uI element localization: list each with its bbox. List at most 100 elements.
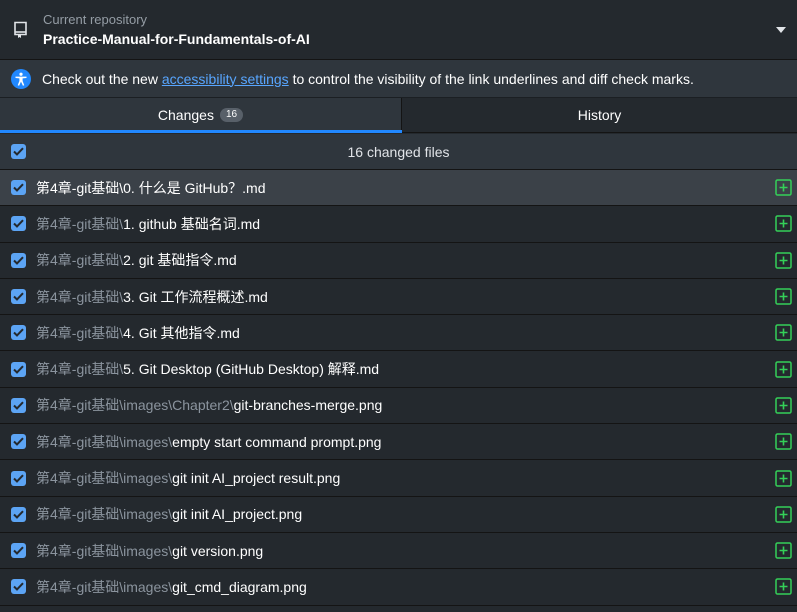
file-path: 第4章-git基础\4. Git 其他指令.md [36, 323, 240, 343]
file-path: 第4章-git基础\images\git_cmd_diagram.png [36, 577, 307, 597]
file-directory: 第4章-git基础\images\ [36, 470, 173, 487]
file-path: 第4章-git基础\1. github 基础名词.md [36, 214, 260, 234]
file-checkbox[interactable] [11, 289, 26, 305]
file-name: 0. 什么是 GitHub？.md [123, 179, 266, 196]
file-checkbox[interactable] [11, 216, 26, 232]
repository-selector[interactable]: Current repository Practice-Manual-for-F… [0, 0, 797, 60]
file-directory: 第4章-git基础\images\ [36, 578, 173, 595]
file-row[interactable]: 第4章-git基础\1. github 基础名词.md [0, 206, 797, 243]
file-row[interactable]: 第4章-git基础\3. Git 工作流程概述.md [0, 278, 797, 316]
file-added-icon [775, 469, 792, 487]
file-path: 第4章-git基础\2. git 基础指令.md [36, 250, 237, 270]
file-directory: 第4章-git基础\images\ [36, 433, 173, 450]
file-checkbox[interactable] [11, 325, 26, 341]
file-row[interactable]: 第4章-git基础\images\git init AI_project.png [0, 496, 797, 533]
file-directory: 第4章-git基础\ [36, 288, 124, 305]
file-name: git init AI_project result.png [172, 470, 341, 487]
file-checkbox[interactable] [11, 470, 26, 486]
check-icon [13, 582, 24, 592]
file-row[interactable]: 第4章-git基础\images\git init AI_project res… [0, 460, 797, 497]
check-icon [13, 328, 24, 338]
file-directory: 第4章-git基础\ [36, 179, 124, 196]
check-icon [13, 365, 24, 374]
tab-history[interactable]: History [402, 98, 797, 132]
file-row[interactable]: 第4章-git基础\images\git_cmd_diagram.png [0, 569, 797, 606]
file-row[interactable]: 第4章-git基础\images\Chapter2\git-branches-m… [0, 387, 797, 425]
tab-changes-label: Changes [157, 107, 214, 123]
file-directory: 第4章-git基础\ [36, 324, 124, 341]
file-directory: 第4章-git基础\ [36, 252, 124, 269]
file-name: 3. Git 工作流程概述.md [123, 288, 268, 305]
file-checkbox[interactable] [11, 252, 26, 268]
file-checkbox[interactable] [11, 506, 26, 522]
accessibility-settings-link[interactable]: accessibility settings [162, 71, 289, 87]
file-directory: 第4章-git基础\ [36, 215, 124, 232]
file-path: 第4章-git基础\images\git init AI_project res… [36, 468, 340, 488]
file-name: git-branches-merge.png [233, 397, 383, 414]
file-path: 第4章-git基础\5. Git Desktop (GitHub Desktop… [36, 359, 379, 379]
accessibility-icon [11, 68, 31, 89]
file-checkbox[interactable] [11, 397, 26, 413]
file-added-icon [775, 179, 792, 196]
file-name: 1. github 基础名词.md [123, 215, 261, 232]
check-icon [13, 219, 24, 229]
file-directory: 第4章-git基础\images\Chapter2\ [36, 397, 234, 414]
repo-icon [13, 21, 29, 39]
file-name: git_cmd_diagram.png [172, 578, 307, 595]
repository-info: Current repository Practice-Manual-for-F… [43, 12, 775, 48]
banner-text-prefix: Check out the new [42, 70, 162, 87]
file-added-icon [775, 288, 792, 305]
file-directory: 第4章-git基础\ [36, 361, 124, 378]
file-added-icon [775, 215, 792, 233]
file-name: 5. Git Desktop (GitHub Desktop) 解释.md [123, 361, 380, 378]
file-row[interactable]: 第4章-git基础\5. Git Desktop (GitHub Desktop… [0, 351, 797, 388]
file-checkbox[interactable] [11, 434, 26, 450]
check-icon [13, 437, 24, 447]
file-row[interactable]: 第4章-git基础\images\git version.png [0, 532, 797, 570]
file-name: 4. Git 其他指令.md [123, 324, 240, 341]
file-path: 第4章-git基础\0. 什么是 GitHub？.md [36, 178, 266, 198]
file-path: 第4章-git基础\images\Chapter2\git-branches-m… [36, 395, 382, 415]
file-path: 第4章-git基础\images\git version.png [36, 541, 263, 561]
banner-message: Check out the new accessibility settings… [42, 71, 694, 87]
file-path: 第4章-git基础\3. Git 工作流程概述.md [36, 287, 268, 307]
file-path: 第4章-git基础\images\empty start command pro… [36, 432, 381, 452]
tab-bar: Changes 16 History [0, 98, 797, 133]
file-directory: 第4章-git基础\images\ [36, 542, 173, 559]
changed-files-header: 16 changed files [0, 134, 797, 170]
file-name: empty start command prompt.png [172, 433, 382, 450]
file-added-icon [775, 397, 792, 414]
file-name: 2. git 基础指令.md [123, 252, 237, 269]
file-row[interactable]: 第4章-git基础\images\empty start command pro… [0, 424, 797, 461]
check-icon [13, 474, 24, 483]
file-added-icon [775, 324, 792, 342]
file-checkbox[interactable] [11, 579, 26, 595]
check-icon [13, 401, 24, 410]
file-row[interactable]: 第4章-git基础\2. git 基础指令.md [0, 242, 797, 279]
file-path: 第4章-git基础\images\git init AI_project.png [36, 504, 302, 524]
file-checkbox[interactable] [11, 543, 26, 559]
file-added-icon [775, 251, 792, 269]
check-icon [13, 546, 24, 556]
changed-files-list: 第4章-git基础\0. 什么是 GitHub？.md 第4章-git基础\1. … [0, 170, 797, 612]
file-checkbox[interactable] [11, 361, 26, 377]
repository-label: Current repository [43, 11, 148, 27]
file-added-icon [775, 360, 792, 378]
changes-count-badge: 16 [219, 108, 244, 122]
changed-files-count: 16 changed files [347, 143, 450, 160]
file-directory: 第4章-git基础\images\ [36, 506, 173, 523]
select-all-checkbox[interactable] [11, 144, 26, 159]
file-name: git version.png [172, 542, 264, 559]
check-icon [13, 147, 24, 156]
file-checkbox[interactable] [11, 180, 26, 196]
check-icon [13, 183, 24, 193]
file-added-icon [775, 506, 792, 523]
repository-name: Practice-Manual-for-Fundamentals-of-AI [43, 30, 310, 47]
file-added-icon [775, 578, 792, 596]
file-row[interactable]: 第4章-git基础\0. 什么是 GitHub？.md [0, 170, 797, 207]
chevron-down-icon[interactable] [775, 24, 787, 36]
tab-changes[interactable]: Changes 16 [0, 98, 402, 133]
banner-text-suffix: to control the visibility of the link un… [288, 70, 694, 87]
file-row[interactable]: 第4章-git基础\4. Git 其他指令.md [0, 315, 797, 352]
file-added-icon [775, 433, 792, 450]
